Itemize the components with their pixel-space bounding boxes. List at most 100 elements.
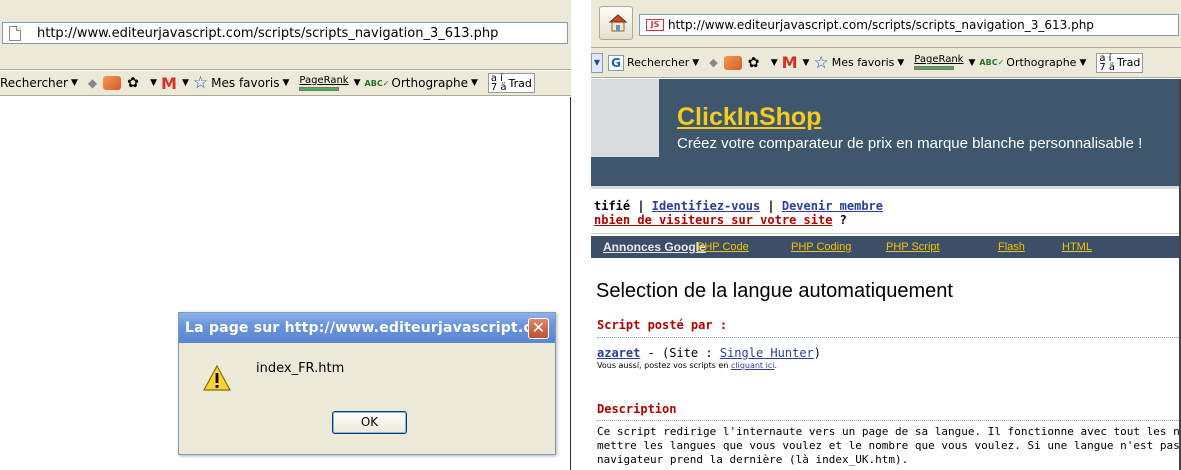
translate-label: Trad xyxy=(508,76,532,90)
site-link[interactable]: Single Hunter xyxy=(720,346,814,360)
favicon-icon: JS xyxy=(646,19,664,31)
highlight-icon[interactable] xyxy=(103,76,122,90)
ad-link[interactable]: HTML xyxy=(1062,241,1092,253)
ok-button[interactable]: OK xyxy=(332,411,407,434)
chevron-down-icon[interactable]: ▼ xyxy=(282,78,289,88)
separator-icon: ◆ xyxy=(709,56,718,69)
ad-link[interactable]: PHP Script xyxy=(886,241,940,253)
dialog-title: La page sur http://www.editeurjavascript… xyxy=(185,320,549,336)
spellcheck-label: Orthographe xyxy=(1006,56,1077,69)
warning-icon xyxy=(203,365,231,391)
post-invite-suffix: . xyxy=(774,361,778,370)
star-icon[interactable]: ☆ xyxy=(193,73,208,93)
posted-by-heading: Script posté par : xyxy=(597,318,728,332)
chevron-down-icon[interactable]: ▼ xyxy=(150,78,157,88)
translate-button[interactable]: a í7 ä Trad xyxy=(1096,52,1144,73)
translate-label: Trad xyxy=(1117,56,1141,69)
star-icon[interactable]: ☆ xyxy=(813,53,828,73)
click-here-link[interactable]: cliquant ici xyxy=(731,361,775,370)
chevron-down-icon[interactable]: ▼ xyxy=(1079,58,1086,68)
spellcheck-icon[interactable]: ABC✓ xyxy=(979,58,1004,67)
highlight-icon[interactable] xyxy=(723,55,742,70)
pagerank-bar xyxy=(299,86,340,91)
favorites-label: Mes favoris xyxy=(831,56,895,69)
divider xyxy=(597,337,1181,338)
site-suffix: ) xyxy=(813,346,821,360)
ad-link[interactable]: Flash xyxy=(998,241,1025,253)
divider xyxy=(597,420,1181,421)
chevron-down-icon[interactable]: ▼ xyxy=(354,78,361,88)
address-url[interactable]: http://www.editeurjavascript.com/scripts… xyxy=(668,18,1094,32)
google-icon[interactable]: G xyxy=(608,54,624,71)
ads-label[interactable]: Annonces Google xyxy=(603,240,706,254)
links-separator: | xyxy=(760,199,782,213)
chevron-down-icon[interactable]: ▼ xyxy=(897,58,904,68)
alert-dialog: La page sur http://www.editeurjavascript… xyxy=(178,312,556,455)
identified-text: tifié | xyxy=(594,199,652,213)
translate-button[interactable]: a í7 ä Trad xyxy=(487,73,535,93)
address-bar: http://www.editeurjavascript.com/scripts… xyxy=(0,0,571,70)
identify-link[interactable]: Identifiez-vous xyxy=(652,199,760,213)
address-url[interactable]: http://www.editeurjavascript.com/scripts… xyxy=(37,26,498,41)
become-member-link[interactable]: Devenir membre xyxy=(782,199,883,213)
spellcheck-label: Orthographe xyxy=(391,76,468,90)
banner-tagline: Créez votre comparateur de prix en marqu… xyxy=(677,135,1143,152)
spellcheck-icon[interactable]: ABC✓ xyxy=(365,79,390,88)
search-label: Rechercher xyxy=(0,76,68,90)
google-toolbar: ▼ G Rechercher ▼ ◆ ✿ ▼ M ▼ ☆ Mes favoris… xyxy=(591,48,1181,78)
chevron-down-icon[interactable]: ▼ xyxy=(968,58,975,68)
description-line: navigateur prend la dernière (là index_U… xyxy=(597,453,909,466)
banner-title-link[interactable]: ClickInShop xyxy=(677,103,821,132)
chevron-down-icon[interactable]: ▼ xyxy=(182,78,189,88)
visitors-suffix: ? xyxy=(832,213,847,227)
spellcheck-button[interactable]: Orthographe ▼ xyxy=(1006,56,1090,69)
chevron-down-icon[interactable]: ▼ xyxy=(71,78,78,88)
chevron-down-icon[interactable]: ▼ xyxy=(692,58,699,68)
toolbar-menu-icon[interactable]: ▼ xyxy=(591,52,603,73)
description-heading: Description xyxy=(597,402,677,416)
pagerank-indicator[interactable]: PageRank xyxy=(914,55,963,70)
pagerank-label: PageRank xyxy=(299,74,349,86)
dialog-message: index_FR.htm xyxy=(256,361,345,376)
search-button[interactable]: Rechercher ▼ xyxy=(0,76,82,90)
member-links-line: tifié | Identifiez-vous | Devenir membre xyxy=(594,199,883,213)
page-title: Selection de la langue automatiquement xyxy=(596,280,953,302)
pagerank-indicator[interactable]: PageRank xyxy=(299,74,349,91)
google-ads-bar: Annonces Google PHP Code PHP Coding PHP … xyxy=(591,236,1181,258)
author-link[interactable]: azaret xyxy=(597,346,640,360)
banner-strip xyxy=(591,157,659,186)
chevron-down-icon[interactable]: ▼ xyxy=(803,58,810,68)
gmail-icon[interactable]: M xyxy=(161,74,177,93)
address-field[interactable]: http://www.editeurjavascript.com/scripts… xyxy=(2,22,568,44)
ad-link[interactable]: PHP Code xyxy=(697,241,749,253)
post-invite-line: Vous aussi, postez vos scripts en cliqua… xyxy=(597,361,777,370)
translate-icon: a í7 ä xyxy=(1099,52,1116,73)
visitors-line: nbien de visiteurs sur votre site ? xyxy=(594,213,847,227)
gmail-icon[interactable]: M xyxy=(782,53,798,72)
ad-banner[interactable]: ClickInShop Créez votre comparateur de p… xyxy=(591,79,1181,189)
chevron-down-icon[interactable]: ▼ xyxy=(471,78,478,88)
right-browser-window: JS http://www.editeurjavascript.com/scri… xyxy=(591,0,1181,470)
msn-butterfly-icon[interactable]: ✿ xyxy=(127,75,145,91)
page-icon xyxy=(9,26,21,41)
home-button[interactable] xyxy=(599,6,633,40)
address-field[interactable]: JS http://www.editeurjavascript.com/scri… xyxy=(639,14,1179,36)
ad-link[interactable]: PHP Coding xyxy=(791,241,851,253)
post-invite-text: Vous aussi, postez vos scripts en xyxy=(597,361,731,370)
favorites-label: Mes favoris xyxy=(211,76,280,90)
chevron-down-icon[interactable]: ▼ xyxy=(771,58,778,68)
banner-background xyxy=(659,79,1181,186)
spellcheck-button[interactable]: Orthographe ▼ xyxy=(391,76,481,90)
search-button[interactable]: Rechercher ▼ xyxy=(627,56,703,69)
visitors-link[interactable]: nbien de visiteurs sur votre site xyxy=(594,213,832,227)
dialog-titlebar[interactable]: La page sur http://www.editeurjavascript… xyxy=(179,313,555,343)
close-icon[interactable]: ✕ xyxy=(528,318,549,339)
msn-butterfly-icon[interactable]: ✿ xyxy=(748,55,766,71)
favorites-button[interactable]: Mes favoris ▼ xyxy=(211,76,293,90)
author-line: azaret - (Site : Single Hunter) xyxy=(597,346,821,360)
separator-icon: ◆ xyxy=(87,76,98,90)
address-bar: JS http://www.editeurjavascript.com/scri… xyxy=(591,0,1181,48)
left-browser-window: http://www.editeurjavascript.com/scripts… xyxy=(0,0,571,470)
member-links: tifié | Identifiez-vous | Devenir membre… xyxy=(591,189,1181,234)
favorites-button[interactable]: Mes favoris ▼ xyxy=(832,56,909,69)
